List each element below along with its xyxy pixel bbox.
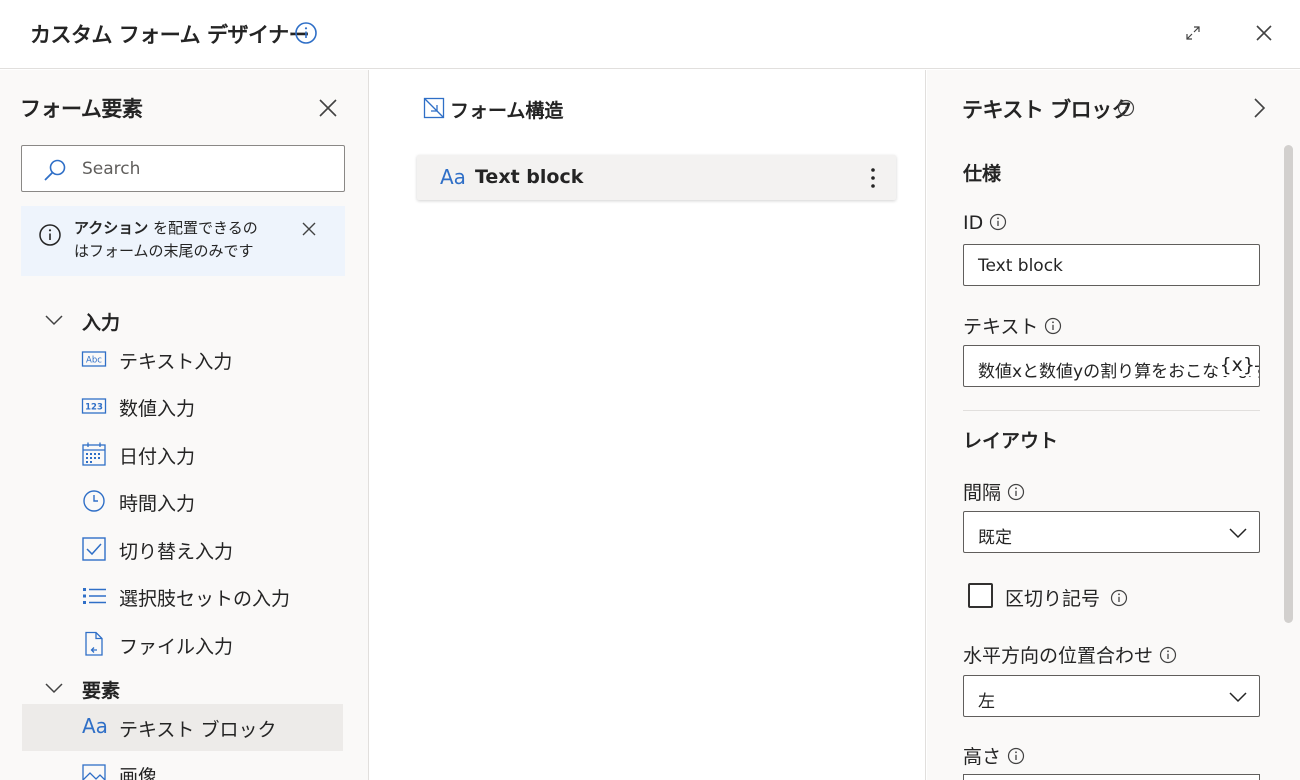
- info-icon[interactable]: [1007, 747, 1025, 765]
- clock-icon: [83, 490, 105, 512]
- card-label: Text block: [475, 166, 584, 188]
- id-label-text: ID: [963, 212, 984, 234]
- item-label: 時間入力: [119, 493, 196, 515]
- notice-bold: アクション: [74, 219, 149, 237]
- info-icon[interactable]: [294, 21, 318, 45]
- text-label-text: テキスト: [963, 316, 1039, 338]
- calendar-icon: [82, 442, 106, 466]
- spacing-dropdown[interactable]: 既定: [963, 511, 1260, 553]
- chevron-down-icon: [1229, 692, 1247, 703]
- item-label: テキスト ブロック: [119, 719, 277, 741]
- chevron-down-icon: [1229, 528, 1247, 539]
- section-label: 入力: [82, 312, 121, 334]
- svg-text:Abc: Abc: [86, 356, 102, 366]
- insert-variable-button[interactable]: {x}: [1217, 354, 1255, 376]
- search-icon: [44, 159, 66, 181]
- element-item-toggle-input[interactable]: 切り替え入力: [22, 526, 343, 573]
- text-block-card[interactable]: Aa Text block: [417, 155, 896, 200]
- text-block-icon: Aa: [82, 714, 108, 738]
- item-label: 切り替え入力: [119, 541, 234, 563]
- section-label: 要素: [82, 680, 121, 702]
- element-item-text-input[interactable]: Abc テキスト入力: [22, 336, 343, 383]
- image-icon: [82, 764, 106, 780]
- text-field[interactable]: 数値xと数値yの割り算をおこないます {x}: [963, 345, 1260, 387]
- id-field[interactable]: Text block: [963, 244, 1260, 286]
- info-icon[interactable]: [1159, 646, 1177, 664]
- chevron-down-icon: [45, 315, 63, 326]
- close-icon[interactable]: [317, 97, 339, 119]
- scrollbar[interactable]: [1284, 145, 1293, 623]
- item-label: 日付入力: [119, 446, 196, 468]
- layout-heading: レイアウト: [963, 430, 1059, 452]
- separator-checkbox[interactable]: [968, 583, 993, 608]
- notice-line2: はフォームの末尾のみです: [74, 242, 254, 260]
- info-icon[interactable]: [989, 213, 1007, 231]
- checkbox-icon: [82, 537, 106, 561]
- svg-text:123: 123: [85, 403, 103, 413]
- dismiss-icon[interactable]: [301, 221, 317, 237]
- id-label: ID: [963, 212, 1007, 234]
- item-label: ファイル入力: [119, 636, 234, 658]
- height-label: 高さ: [963, 742, 1025, 769]
- panel-title: フォーム要素: [20, 97, 143, 121]
- separator-label-text: 区切り記号: [1005, 588, 1101, 610]
- element-item-text-block[interactable]: Aa テキスト ブロック: [22, 704, 343, 751]
- window-title: カスタム フォーム デザイナー: [30, 23, 310, 47]
- info-notice: アクション を配置できるの はフォームの末尾のみです: [21, 206, 345, 276]
- form-structure-icon: [423, 97, 445, 119]
- item-label: 数値入力: [119, 398, 196, 420]
- halign-dropdown[interactable]: 左: [963, 675, 1260, 717]
- notice-text: アクション を配置できるの はフォームの末尾のみです: [74, 217, 258, 263]
- spacing-value: 既定: [978, 528, 1012, 548]
- spec-heading: 仕様: [963, 163, 1002, 185]
- panel-title: テキスト ブロック: [962, 98, 1133, 122]
- info-icon[interactable]: [1044, 317, 1062, 335]
- search-input[interactable]: Search: [21, 145, 345, 192]
- info-icon: [39, 224, 61, 246]
- close-icon[interactable]: [1254, 23, 1274, 43]
- notice-line1: を配置できるの: [148, 219, 258, 237]
- spacing-label: 間隔: [963, 478, 1025, 505]
- text-block-icon: Aa: [440, 165, 466, 189]
- panel-title: フォーム構造: [450, 100, 564, 122]
- form-structure-panel: フォーム構造 Aa Text block: [370, 70, 926, 780]
- chevron-down-icon: [45, 683, 63, 694]
- search-placeholder: Search: [82, 159, 141, 179]
- item-label: テキスト入力: [119, 351, 233, 373]
- element-item-image[interactable]: 画像: [22, 751, 343, 780]
- info-icon[interactable]: [1110, 589, 1128, 607]
- halign-label: 水平方向の位置合わせ: [963, 641, 1177, 668]
- info-icon[interactable]: [1117, 99, 1135, 117]
- halign-label-text: 水平方向の位置合わせ: [963, 645, 1154, 667]
- number-input-icon: 123: [81, 398, 107, 414]
- halign-value: 左: [978, 692, 995, 712]
- separator-label: 区切り記号: [1005, 584, 1128, 611]
- more-options-icon[interactable]: [863, 164, 883, 192]
- text-label: テキスト: [963, 312, 1062, 339]
- element-item-file-input[interactable]: ファイル入力: [22, 621, 343, 668]
- height-label-text: 高さ: [963, 746, 1002, 768]
- expand-icon[interactable]: [1183, 23, 1203, 43]
- form-elements-panel: フォーム要素 Search アクション を配置できるの はフォームの末尾のみです…: [0, 70, 369, 780]
- divider: [963, 410, 1260, 411]
- properties-panel: テキスト ブロック 仕様 ID Text block テキスト 数値xと数値yの…: [927, 70, 1300, 780]
- element-item-choice-set[interactable]: 選択肢セットの入力: [22, 573, 343, 620]
- item-label: 選択肢セットの入力: [119, 588, 291, 610]
- height-field[interactable]: [963, 774, 1260, 780]
- element-item-number-input[interactable]: 123 数値入力: [22, 383, 343, 430]
- list-icon: [83, 588, 106, 604]
- element-item-time-input[interactable]: 時間入力: [22, 478, 343, 525]
- element-item-date-input[interactable]: 日付入力: [22, 431, 343, 478]
- text-input-icon: Abc: [81, 351, 107, 367]
- spacing-label-text: 間隔: [963, 482, 1002, 504]
- item-label: 画像: [119, 766, 158, 780]
- chevron-right-icon[interactable]: [1249, 96, 1269, 120]
- info-icon[interactable]: [1007, 483, 1025, 501]
- id-value: Text block: [978, 256, 1063, 276]
- file-icon: [85, 631, 103, 656]
- title-bar: カスタム フォーム デザイナー: [0, 0, 1300, 69]
